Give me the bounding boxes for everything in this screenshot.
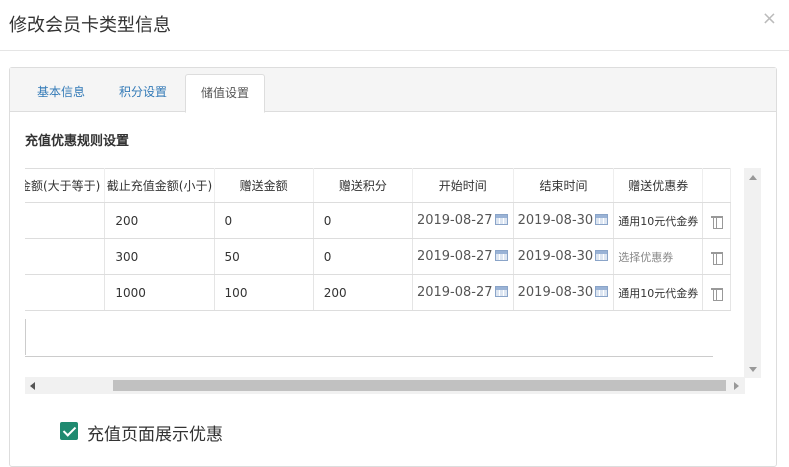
col-header-actions: [702, 168, 731, 203]
trash-icon: [710, 286, 723, 301]
gift-amount-input[interactable]: 100: [214, 274, 314, 311]
end-date-picker[interactable]: 2019-08-30: [513, 238, 615, 275]
gift-points-input[interactable]: 0: [313, 202, 413, 239]
show-offer-label[interactable]: 充值页面展示优惠: [87, 420, 223, 445]
col-header-max-amount: 截止充值金额(小于): [104, 168, 215, 203]
table-row: 200 0 0 2019-08-27 2019-08-30 通用10元代金券: [25, 202, 731, 239]
close-icon[interactable]: ×: [762, 9, 777, 29]
calendar-icon[interactable]: [494, 250, 508, 261]
end-date-value: 2019-08-30: [517, 285, 594, 300]
delete-row-button[interactable]: [702, 238, 731, 275]
table-empty-divider: [25, 319, 26, 355]
col-header-gift-coupon: 赠送优惠券: [613, 168, 704, 203]
end-date-picker[interactable]: 2019-08-30: [513, 274, 615, 311]
vertical-scrollbar[interactable]: [744, 168, 761, 378]
min-amount-input[interactable]: [25, 238, 106, 275]
min-amount-input[interactable]: [25, 274, 106, 311]
gift-points-input[interactable]: 200: [313, 274, 413, 311]
start-date-value: 2019-08-27: [416, 213, 493, 228]
calendar-icon[interactable]: [494, 286, 508, 297]
edit-member-card-modal: 修改会员卡类型信息 × 基本信息 积分设置 储值设置 充值优惠规则设置 充值金额…: [0, 0, 789, 467]
delete-row-button[interactable]: [702, 274, 731, 311]
show-offer-checkbox[interactable]: [60, 422, 78, 440]
calendar-icon[interactable]: [595, 286, 609, 297]
tab-basic-info[interactable]: 基本信息: [24, 74, 98, 112]
trash-icon: [710, 214, 723, 229]
table-bottom-line: [25, 356, 713, 357]
start-date-picker[interactable]: 2019-08-27: [412, 202, 514, 239]
calendar-icon[interactable]: [595, 250, 609, 261]
recharge-rules-table: 充值金额(大于等于) 截止充值金额(小于) 赠送金额 赠送积分 开始时间 结束时…: [25, 168, 731, 311]
gift-points-input[interactable]: 0: [313, 238, 413, 275]
horizontal-scroll-thumb[interactable]: [113, 380, 726, 391]
col-header-gift-amount: 赠送金额: [214, 168, 314, 203]
gift-amount-input[interactable]: 50: [214, 238, 314, 275]
start-date-value: 2019-08-27: [416, 249, 493, 264]
max-amount-input[interactable]: 200: [104, 202, 215, 239]
end-date-value: 2019-08-30: [517, 249, 594, 264]
scroll-left-arrow-icon[interactable]: [30, 382, 35, 390]
coupon-select[interactable]: 选择优惠券: [613, 238, 704, 275]
scroll-down-arrow-icon[interactable]: [749, 367, 757, 372]
col-header-end-time: 结束时间: [513, 168, 615, 203]
col-header-gift-points: 赠送积分: [313, 168, 413, 203]
tab-bar: 基本信息 积分设置 储值设置: [10, 68, 776, 113]
gift-amount-input[interactable]: 0: [214, 202, 314, 239]
end-date-value: 2019-08-30: [517, 213, 594, 228]
max-amount-input[interactable]: 1000: [104, 274, 215, 311]
table-header-row: 充值金额(大于等于) 截止充值金额(小于) 赠送金额 赠送积分 开始时间 结束时…: [25, 168, 731, 203]
table-row: 300 50 0 2019-08-27 2019-08-30 选择优惠券: [25, 238, 731, 275]
end-date-picker[interactable]: 2019-08-30: [513, 202, 615, 239]
calendar-icon[interactable]: [595, 214, 609, 225]
trash-icon: [710, 250, 723, 265]
min-amount-input[interactable]: [25, 202, 106, 239]
tab-stored-value-settings[interactable]: 储值设置: [185, 74, 265, 113]
scroll-right-arrow-icon[interactable]: [734, 382, 739, 390]
coupon-select[interactable]: 通用10元代金券: [613, 274, 704, 311]
section-title: 充值优惠规则设置: [25, 134, 130, 149]
calendar-icon[interactable]: [494, 214, 508, 225]
modal-header: 修改会员卡类型信息 ×: [0, 0, 789, 51]
col-header-min-amount: 充值金额(大于等于): [25, 168, 106, 203]
start-date-picker[interactable]: 2019-08-27: [412, 274, 514, 311]
start-date-picker[interactable]: 2019-08-27: [412, 238, 514, 275]
modal-title: 修改会员卡类型信息: [9, 15, 171, 36]
max-amount-input[interactable]: 300: [104, 238, 215, 275]
tab-points-settings[interactable]: 积分设置: [106, 74, 180, 112]
col-header-start-time: 开始时间: [412, 168, 514, 203]
table-row: 1000 100 200 2019-08-27 2019-08-30 通用10元…: [25, 274, 731, 311]
recharge-rules-table-viewport: 充值金额(大于等于) 截止充值金额(小于) 赠送金额 赠送积分 开始时间 结束时…: [25, 168, 761, 394]
settings-panel: 基本信息 积分设置 储值设置 充值优惠规则设置 充值金额(大于等于) 截止充值金…: [9, 67, 777, 467]
coupon-select[interactable]: 通用10元代金券: [613, 202, 704, 239]
delete-row-button[interactable]: [702, 202, 731, 239]
start-date-value: 2019-08-27: [416, 285, 493, 300]
horizontal-scrollbar[interactable]: [25, 377, 745, 394]
scroll-up-arrow-icon[interactable]: [749, 175, 757, 180]
